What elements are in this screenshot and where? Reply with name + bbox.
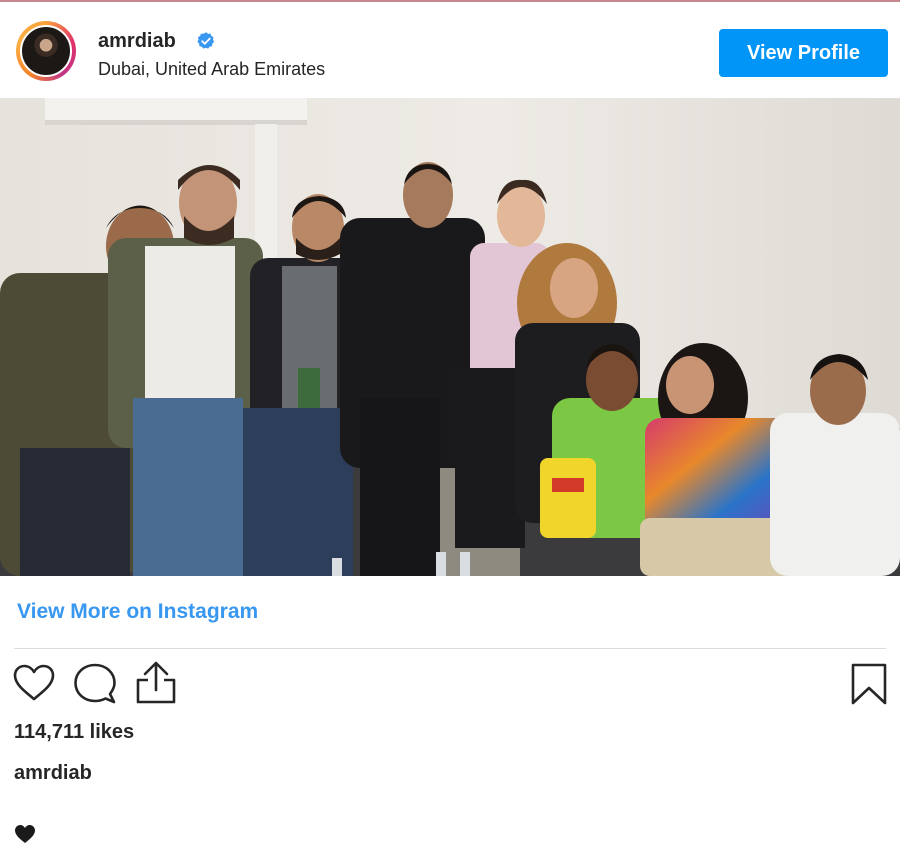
black-heart-icon <box>15 825 35 843</box>
verified-badge-icon <box>197 32 215 49</box>
caption-username[interactable]: amrdiab <box>14 762 92 785</box>
share-button[interactable] <box>134 660 178 706</box>
instagram-embed: amrdiab Dubai, United Arab Emirates View… <box>0 0 900 854</box>
view-more-on-instagram-link[interactable]: View More on Instagram <box>17 600 258 624</box>
location-link[interactable]: Dubai, United Arab Emirates <box>98 59 325 80</box>
group-photo-illustration <box>0 98 900 576</box>
bookmark-icon <box>851 663 887 705</box>
comment-bubble-icon <box>74 663 116 704</box>
username[interactable]: amrdiab <box>98 30 176 53</box>
post-photo[interactable] <box>0 98 900 576</box>
view-profile-button[interactable]: View Profile <box>719 29 888 77</box>
likes-count[interactable]: 114,711 likes <box>14 721 134 744</box>
like-button[interactable] <box>12 662 56 706</box>
divider <box>14 648 886 649</box>
heart-outline-icon <box>13 664 55 701</box>
save-button[interactable] <box>850 662 888 706</box>
avatar[interactable] <box>16 21 76 81</box>
share-icon <box>136 661 176 704</box>
post-header: amrdiab Dubai, United Arab Emirates View… <box>0 4 900 98</box>
comment-button[interactable] <box>73 662 117 706</box>
avatar-image <box>20 25 72 77</box>
